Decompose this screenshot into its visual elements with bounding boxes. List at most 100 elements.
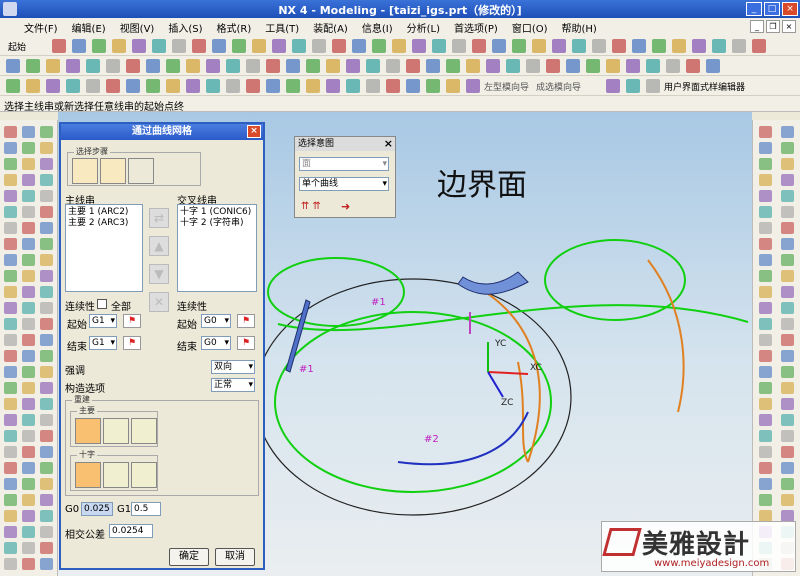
toolbar-tool-icon[interactable] [366,79,380,93]
side-tool-icon[interactable] [759,222,772,234]
move-down-button[interactable]: ▼ [149,264,169,284]
toolbar-tool-icon[interactable] [346,79,360,93]
toolbar-tool-icon[interactable] [252,39,266,53]
side-tool-icon[interactable] [781,238,794,250]
toolbar-tool-icon[interactable] [532,39,546,53]
toolbar-tool-icon[interactable] [392,39,406,53]
toolbar-tool-icon[interactable] [66,59,80,73]
start-continuity-right-combo[interactable]: G0 [201,314,231,328]
side-tool-icon[interactable] [781,270,794,282]
toolbar-tool-icon[interactable] [472,39,486,53]
toolbar-tool-icon[interactable] [446,59,460,73]
toolbar-tool-icon[interactable] [606,79,620,93]
side-tool-icon[interactable] [40,270,53,282]
side-tool-icon[interactable] [40,174,53,186]
toolbar-tool-icon[interactable] [386,79,400,93]
side-tool-icon[interactable] [22,222,35,234]
toolbar-tool-icon[interactable] [552,39,566,53]
toolbar-tool-icon[interactable] [526,59,540,73]
end-continuity-left-combo[interactable]: G1 [89,336,117,350]
toolbar-tool-icon[interactable] [246,79,260,93]
toolbar-tool-icon[interactable] [346,59,360,73]
side-tool-icon[interactable] [781,302,794,314]
intersection-tolerance-input[interactable]: 0.0254 [109,524,153,538]
side-tool-icon[interactable] [781,190,794,202]
add-string-button[interactable]: ⇄ [149,208,169,228]
side-tool-icon[interactable] [781,478,794,490]
all-checkbox[interactable] [97,299,107,309]
side-tool-icon[interactable] [4,478,17,490]
toolbar-tool-icon[interactable] [566,59,580,73]
minimize-button[interactable]: _ [746,2,762,16]
side-tool-icon[interactable] [759,430,772,442]
side-tool-icon[interactable] [40,238,53,250]
side-tool-icon[interactable] [22,206,35,218]
close-button[interactable]: × [782,2,798,16]
side-tool-icon[interactable] [781,206,794,218]
side-tool-icon[interactable] [781,494,794,506]
fit-rebuild-primary-icon[interactable] [131,418,157,444]
toolbar-tool-icon[interactable] [686,59,700,73]
mdi-close-button[interactable]: × [782,20,796,33]
side-tool-icon[interactable] [40,430,53,442]
toolbar-tool-icon[interactable] [512,39,526,53]
side-tool-icon[interactable] [4,238,17,250]
toolbar-tool-icon[interactable] [146,79,160,93]
side-tool-icon[interactable] [4,350,17,362]
side-tool-icon[interactable] [22,142,35,154]
toolbar-tool-icon[interactable] [192,39,206,53]
side-tool-icon[interactable] [4,398,17,410]
end-face-left-button[interactable]: ⚑ [123,336,141,350]
side-tool-icon[interactable] [4,510,17,522]
toolbar-tool-icon[interactable] [446,79,460,93]
side-tool-icon[interactable] [22,126,35,138]
side-tool-icon[interactable] [781,462,794,474]
selection-intent-close-icon[interactable]: × [384,137,393,150]
toolbar-tool-icon[interactable] [412,39,426,53]
dialog-close-button[interactable]: × [247,125,261,138]
menu-edit[interactable]: 编辑(E) [72,20,106,35]
side-tool-icon[interactable] [40,190,53,202]
side-tool-icon[interactable] [759,446,772,458]
side-tool-icon[interactable] [4,494,17,506]
side-tool-icon[interactable] [22,254,35,266]
side-tool-icon[interactable] [40,366,53,378]
toolbar-tool-icon[interactable] [626,79,640,93]
side-tool-icon[interactable] [4,174,17,186]
menu-view[interactable]: 视图(V) [120,20,155,35]
side-tool-icon[interactable] [4,126,17,138]
side-tool-icon[interactable] [4,542,17,554]
side-tool-icon[interactable] [759,142,772,154]
toolbar-tool-icon[interactable] [546,59,560,73]
toolbar-tool-icon[interactable] [232,39,246,53]
side-tool-icon[interactable] [22,558,35,570]
side-tool-icon[interactable] [22,318,35,330]
menu-format[interactable]: 格式(R) [217,20,252,35]
side-tool-icon[interactable] [759,190,772,202]
side-tool-icon[interactable] [40,526,53,538]
side-tool-icon[interactable] [22,190,35,202]
side-tool-icon[interactable] [22,510,35,522]
side-tool-icon[interactable] [781,222,794,234]
toolbar-tool-icon[interactable] [126,59,140,73]
menu-tools[interactable]: 工具(T) [265,20,299,35]
side-tool-icon[interactable] [4,270,17,282]
side-tool-icon[interactable] [759,238,772,250]
side-tool-icon[interactable] [22,526,35,538]
g1-tolerance-input[interactable]: 0.5 [131,502,161,516]
build-options-combo[interactable]: 正常 [211,378,255,392]
side-tool-icon[interactable] [4,526,17,538]
side-tool-icon[interactable] [22,158,35,170]
curve-rule-combo[interactable]: 单个曲线 [299,177,389,191]
cross-strings-list[interactable]: 十字 1 (CONIC6) 十字 2 (字符串) [177,204,257,292]
guide-link-1[interactable]: 左型模向导 [484,80,529,93]
toolbar-tool-icon[interactable] [692,39,706,53]
toolbar-tool-icon[interactable] [406,59,420,73]
end-continuity-right-combo[interactable]: G0 [201,336,231,350]
side-tool-icon[interactable] [4,382,17,394]
side-tool-icon[interactable] [759,494,772,506]
toolbar-tool-icon[interactable] [606,59,620,73]
toolbar-tool-icon[interactable] [432,39,446,53]
side-tool-icon[interactable] [759,286,772,298]
toolbar-tool-icon[interactable] [572,39,586,53]
